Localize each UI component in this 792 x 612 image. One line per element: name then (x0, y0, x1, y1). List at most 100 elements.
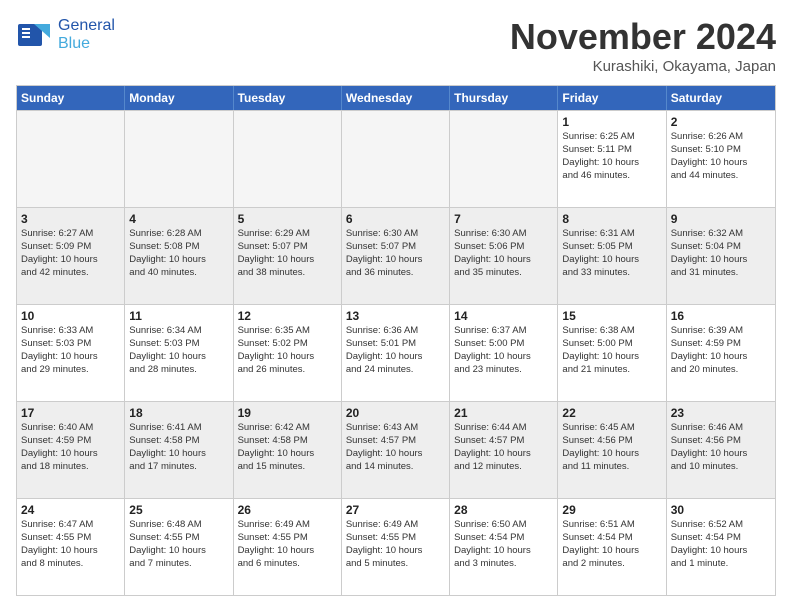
cal-cell: 1Sunrise: 6:25 AM Sunset: 5:11 PM Daylig… (558, 111, 666, 207)
cal-cell: 2Sunrise: 6:26 AM Sunset: 5:10 PM Daylig… (667, 111, 775, 207)
cal-cell: 16Sunrise: 6:39 AM Sunset: 4:59 PM Dayli… (667, 305, 775, 401)
logo-general: General (58, 17, 115, 34)
day-info: Sunrise: 6:32 AM Sunset: 5:04 PM Dayligh… (671, 228, 748, 277)
day-info: Sunrise: 6:29 AM Sunset: 5:07 PM Dayligh… (238, 228, 315, 277)
logo-icon (16, 16, 54, 54)
day-number: 25 (129, 502, 228, 518)
day-info: Sunrise: 6:36 AM Sunset: 5:01 PM Dayligh… (346, 325, 423, 374)
day-info: Sunrise: 6:46 AM Sunset: 4:56 PM Dayligh… (671, 422, 748, 471)
day-number: 13 (346, 308, 445, 324)
day-number: 29 (562, 502, 661, 518)
calendar: SundayMondayTuesdayWednesdayThursdayFrid… (16, 85, 776, 596)
cal-cell: 29Sunrise: 6:51 AM Sunset: 4:54 PM Dayli… (558, 499, 666, 595)
day-number: 7 (454, 211, 553, 227)
cal-cell: 22Sunrise: 6:45 AM Sunset: 4:56 PM Dayli… (558, 402, 666, 498)
cal-cell (125, 111, 233, 207)
cal-cell: 14Sunrise: 6:37 AM Sunset: 5:00 PM Dayli… (450, 305, 558, 401)
day-info: Sunrise: 6:49 AM Sunset: 4:55 PM Dayligh… (238, 519, 315, 568)
day-info: Sunrise: 6:33 AM Sunset: 5:03 PM Dayligh… (21, 325, 98, 374)
cal-cell: 19Sunrise: 6:42 AM Sunset: 4:58 PM Dayli… (234, 402, 342, 498)
cal-cell: 3Sunrise: 6:27 AM Sunset: 5:09 PM Daylig… (17, 208, 125, 304)
cal-cell: 20Sunrise: 6:43 AM Sunset: 4:57 PM Dayli… (342, 402, 450, 498)
cal-header-cell-tuesday: Tuesday (234, 86, 342, 110)
calendar-body: 1Sunrise: 6:25 AM Sunset: 5:11 PM Daylig… (17, 110, 775, 595)
calendar-header: SundayMondayTuesdayWednesdayThursdayFrid… (17, 86, 775, 110)
day-info: Sunrise: 6:45 AM Sunset: 4:56 PM Dayligh… (562, 422, 639, 471)
cal-cell: 17Sunrise: 6:40 AM Sunset: 4:59 PM Dayli… (17, 402, 125, 498)
day-info: Sunrise: 6:34 AM Sunset: 5:03 PM Dayligh… (129, 325, 206, 374)
day-info: Sunrise: 6:51 AM Sunset: 4:54 PM Dayligh… (562, 519, 639, 568)
cal-cell: 27Sunrise: 6:49 AM Sunset: 4:55 PM Dayli… (342, 499, 450, 595)
cal-cell: 10Sunrise: 6:33 AM Sunset: 5:03 PM Dayli… (17, 305, 125, 401)
day-number: 19 (238, 405, 337, 421)
cal-row-4: 24Sunrise: 6:47 AM Sunset: 4:55 PM Dayli… (17, 498, 775, 595)
cal-cell: 4Sunrise: 6:28 AM Sunset: 5:08 PM Daylig… (125, 208, 233, 304)
day-number: 6 (346, 211, 445, 227)
day-info: Sunrise: 6:31 AM Sunset: 5:05 PM Dayligh… (562, 228, 639, 277)
day-info: Sunrise: 6:50 AM Sunset: 4:54 PM Dayligh… (454, 519, 531, 568)
day-number: 2 (671, 114, 771, 130)
day-info: Sunrise: 6:25 AM Sunset: 5:11 PM Dayligh… (562, 131, 639, 180)
day-number: 20 (346, 405, 445, 421)
cal-cell: 11Sunrise: 6:34 AM Sunset: 5:03 PM Dayli… (125, 305, 233, 401)
cal-cell (234, 111, 342, 207)
day-number: 23 (671, 405, 771, 421)
day-info: Sunrise: 6:52 AM Sunset: 4:54 PM Dayligh… (671, 519, 748, 568)
day-info: Sunrise: 6:42 AM Sunset: 4:58 PM Dayligh… (238, 422, 315, 471)
cal-cell: 21Sunrise: 6:44 AM Sunset: 4:57 PM Dayli… (450, 402, 558, 498)
day-info: Sunrise: 6:28 AM Sunset: 5:08 PM Dayligh… (129, 228, 206, 277)
cal-cell: 23Sunrise: 6:46 AM Sunset: 4:56 PM Dayli… (667, 402, 775, 498)
day-number: 15 (562, 308, 661, 324)
day-info: Sunrise: 6:41 AM Sunset: 4:58 PM Dayligh… (129, 422, 206, 471)
cal-cell: 26Sunrise: 6:49 AM Sunset: 4:55 PM Dayli… (234, 499, 342, 595)
cal-cell: 28Sunrise: 6:50 AM Sunset: 4:54 PM Dayli… (450, 499, 558, 595)
cal-cell (17, 111, 125, 207)
day-info: Sunrise: 6:49 AM Sunset: 4:55 PM Dayligh… (346, 519, 423, 568)
day-info: Sunrise: 6:27 AM Sunset: 5:09 PM Dayligh… (21, 228, 98, 277)
cal-row-0: 1Sunrise: 6:25 AM Sunset: 5:11 PM Daylig… (17, 110, 775, 207)
cal-header-cell-thursday: Thursday (450, 86, 558, 110)
day-number: 21 (454, 405, 553, 421)
day-number: 3 (21, 211, 120, 227)
day-number: 14 (454, 308, 553, 324)
day-number: 9 (671, 211, 771, 227)
day-number: 26 (238, 502, 337, 518)
day-info: Sunrise: 6:30 AM Sunset: 5:06 PM Dayligh… (454, 228, 531, 277)
cal-cell: 15Sunrise: 6:38 AM Sunset: 5:00 PM Dayli… (558, 305, 666, 401)
day-info: Sunrise: 6:35 AM Sunset: 5:02 PM Dayligh… (238, 325, 315, 374)
logo: General Blue (16, 16, 115, 54)
location: Kurashiki, Okayama, Japan (510, 58, 776, 75)
cal-header-cell-monday: Monday (125, 86, 233, 110)
day-info: Sunrise: 6:43 AM Sunset: 4:57 PM Dayligh… (346, 422, 423, 471)
cal-cell (342, 111, 450, 207)
day-info: Sunrise: 6:38 AM Sunset: 5:00 PM Dayligh… (562, 325, 639, 374)
logo-blue: Blue (58, 35, 90, 52)
cal-header-cell-saturday: Saturday (667, 86, 775, 110)
logo-text: General Blue (58, 17, 115, 53)
day-info: Sunrise: 6:39 AM Sunset: 4:59 PM Dayligh… (671, 325, 748, 374)
day-number: 24 (21, 502, 120, 518)
day-number: 28 (454, 502, 553, 518)
day-info: Sunrise: 6:26 AM Sunset: 5:10 PM Dayligh… (671, 131, 748, 180)
day-number: 5 (238, 211, 337, 227)
cal-row-2: 10Sunrise: 6:33 AM Sunset: 5:03 PM Dayli… (17, 304, 775, 401)
cal-row-1: 3Sunrise: 6:27 AM Sunset: 5:09 PM Daylig… (17, 207, 775, 304)
cal-cell (450, 111, 558, 207)
title-block: November 2024 Kurashiki, Okayama, Japan (510, 16, 776, 75)
day-info: Sunrise: 6:37 AM Sunset: 5:00 PM Dayligh… (454, 325, 531, 374)
day-info: Sunrise: 6:40 AM Sunset: 4:59 PM Dayligh… (21, 422, 98, 471)
cal-cell: 12Sunrise: 6:35 AM Sunset: 5:02 PM Dayli… (234, 305, 342, 401)
day-number: 4 (129, 211, 228, 227)
month-title: November 2024 (510, 16, 776, 58)
cal-cell: 8Sunrise: 6:31 AM Sunset: 5:05 PM Daylig… (558, 208, 666, 304)
page-container: General Blue November 2024 Kurashiki, Ok… (0, 0, 792, 612)
cal-header-cell-sunday: Sunday (17, 86, 125, 110)
cal-cell: 5Sunrise: 6:29 AM Sunset: 5:07 PM Daylig… (234, 208, 342, 304)
cal-header-cell-wednesday: Wednesday (342, 86, 450, 110)
day-number: 30 (671, 502, 771, 518)
day-info: Sunrise: 6:47 AM Sunset: 4:55 PM Dayligh… (21, 519, 98, 568)
day-info: Sunrise: 6:44 AM Sunset: 4:57 PM Dayligh… (454, 422, 531, 471)
cal-cell: 13Sunrise: 6:36 AM Sunset: 5:01 PM Dayli… (342, 305, 450, 401)
cal-cell: 25Sunrise: 6:48 AM Sunset: 4:55 PM Dayli… (125, 499, 233, 595)
day-number: 10 (21, 308, 120, 324)
